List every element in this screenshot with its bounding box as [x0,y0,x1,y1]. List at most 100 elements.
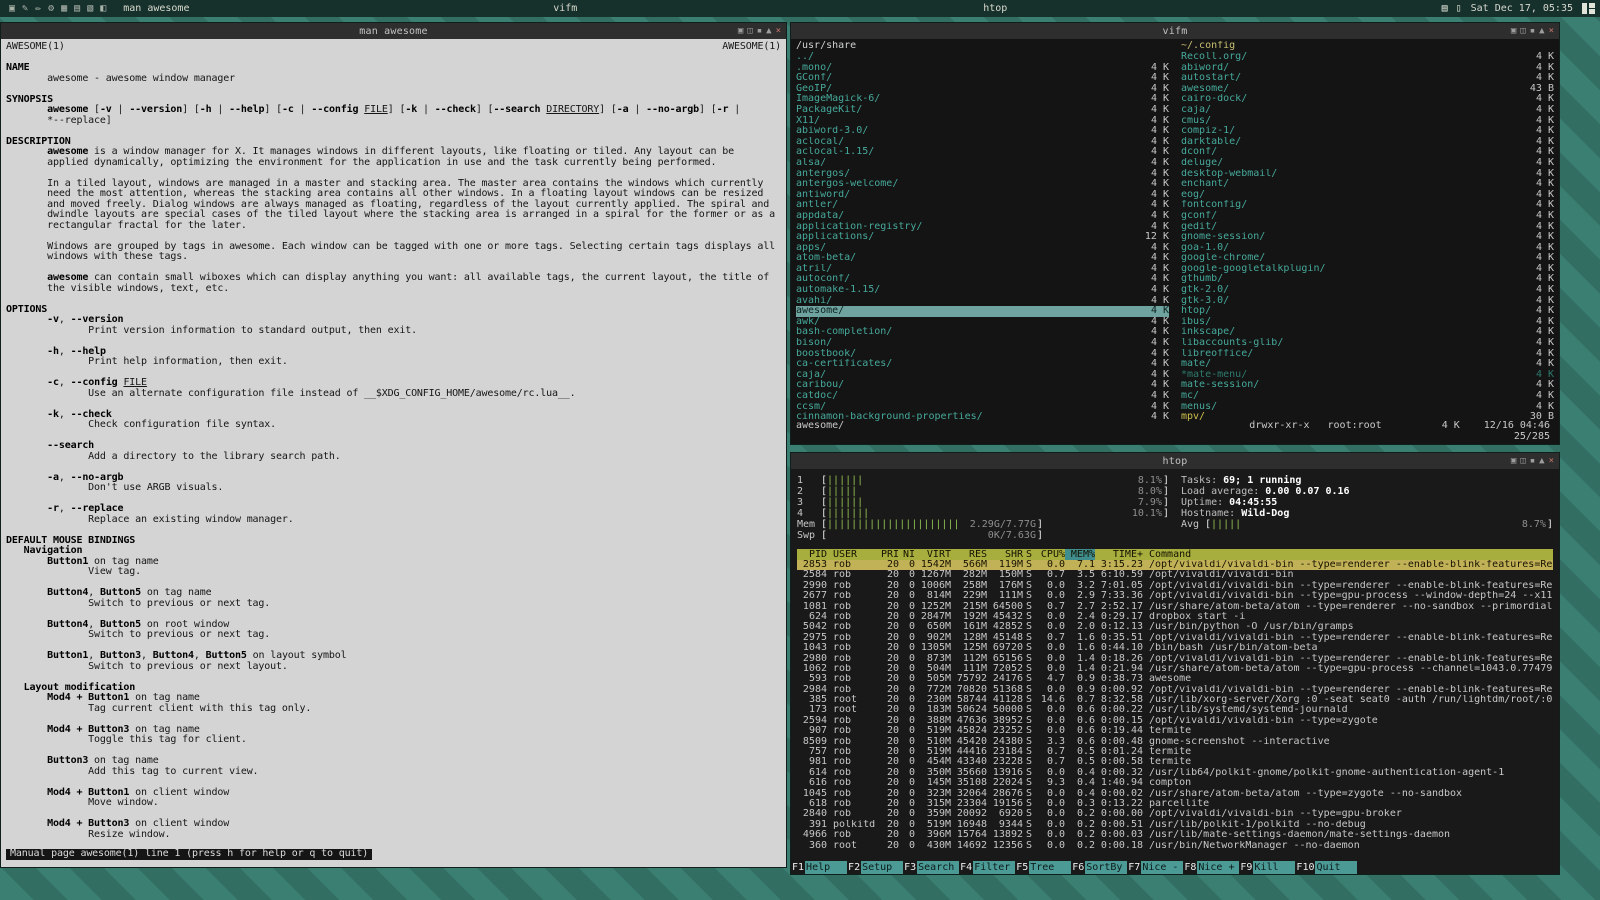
process-row[interactable]: 616 rob 20 0 145M 35108 22024 S 9.3 0.4 1:40.94 com… [797,778,1553,788]
process-row[interactable]: 8509 rob 20 0 510M 45420 24380 S 3.3 0.6 0:00.48 gn… [797,737,1553,747]
ontop-button[interactable]: ▲ [766,23,771,39]
process-row[interactable]: 2840 rob 20 0 359M 20092 6920 S 0.0 0.2 0:00.00/op… [797,809,1553,819]
floating-button[interactable]: ▣ [738,23,743,39]
file-row[interactable]: alsa/4 K [796,157,1169,169]
half-square-tag-icon[interactable]: ◧ [100,3,106,14]
fkey-f2-button[interactable]: F2 Setup [847,861,904,874]
file-row[interactable]: ImageMagick-6/4 K [796,94,1169,105]
file-row[interactable]: gtk-3.0/4 K [1181,295,1554,307]
process-row[interactable]: 2594 rob 20 0 388M 47636 38952 S 0.0 0.6 0:00.15/o… [797,716,1553,726]
file-row[interactable]: deluge/4 K [1181,157,1554,169]
file-row[interactable]: antergos-welcome/4 K [796,179,1169,190]
hatch-tag-icon[interactable]: ▧ [87,3,93,14]
file-row[interactable]: appdata/4 K [796,210,1169,222]
file-row[interactable]: darktable/4 K [1181,136,1554,148]
file-row[interactable]: dconf/4 K [1181,147,1554,158]
column-header-command[interactable]: Command [1143,549,1553,560]
maximize-button[interactable]: ◫ [1520,453,1525,469]
gear-tag-icon[interactable]: ⚙ [48,3,54,14]
fkey-f6-button[interactable]: F6 SortBy [1071,861,1128,874]
process-row[interactable]: 757 rob 20 0 519M 44416 23184 S 0.7 0.5 0:01.24 ter… [797,747,1553,757]
file-row[interactable]: ibus/4 K [1181,316,1554,328]
maximize-button[interactable]: ◫ [1520,23,1525,39]
file-row[interactable]: boostbook/4 K [796,348,1169,360]
process-row[interactable]: 5042 rob 20 0 650M 161M 42852 S 0.0 2.0 0:12.13/us… [797,622,1553,632]
file-row[interactable]: bash-completion/4 K [796,327,1169,338]
process-row[interactable]: 1043 rob 20 0 1305M 125M 69720 S 0.0 1.6 0:44.10/b… [797,643,1553,653]
file-row[interactable]: awesome/43 B [1181,83,1554,95]
process-row[interactable]: 4966 rob 20 0 396M 15764 13892 S 0.0 0.2 0:00.03/u… [797,830,1553,840]
file-row[interactable]: autostart/4 K [1181,73,1554,84]
file-row[interactable]: desktop-webmail/4 K [1181,168,1554,180]
file-row[interactable]: ca-certificates/4 K [796,359,1169,370]
file-row[interactable]: gtk-2.0/4 K [1181,284,1554,296]
fkey-f9-button[interactable]: F9 Kill [1239,861,1296,874]
file-row[interactable]: abiword-3.0/4 K [796,126,1169,137]
file-row[interactable]: menus/4 K [1181,401,1554,413]
file-row[interactable]: Recoll.org/4 K [1181,51,1554,63]
file-row[interactable]: cairo-dock/4 K [1181,94,1554,105]
file-row[interactable]: X11/4 K [796,115,1169,127]
file-row[interactable]: google-googletalkplugin/4 K [1181,263,1554,275]
column-header-pid[interactable]: PID [797,549,827,560]
process-row[interactable]: 593 rob 20 0 505M 75792 24176 S 4.7 0.9 0:38.73 awe… [797,674,1553,684]
column-header-mem[interactable]: MEM% [1065,549,1095,560]
maximize-button[interactable]: ◫ [747,23,752,39]
fkey-f10-button[interactable]: F10 Quit [1295,861,1358,874]
process-row[interactable]: 173 root 20 0 183M 50624 50000 S 0.0 0.6 0:00.22/u… [797,705,1553,715]
process-row[interactable]: 981 rob 20 0 454M 43340 23228 S 0.7 0.5 0:00.58 ter… [797,757,1553,767]
process-row[interactable]: 2984 rob 20 0 772M 70820 51368 S 0.0 0.9 0:00.92/o… [797,685,1553,695]
file-row[interactable]: libaccounts-glib/4 K [1181,337,1554,349]
close-button[interactable]: × [776,23,781,39]
sticky-button[interactable]: ▪ [1530,23,1535,39]
file-row[interactable]: aclocal/4 K [796,136,1169,148]
man-pager[interactable]: AWESOME(1) AWESOME(1) NAME awesome - awe… [1,39,786,867]
file-row[interactable]: avahi/4 K [796,295,1169,307]
vifm-titlebar[interactable]: vifm ▣ ◫ ▪ ▲ × [791,23,1559,39]
file-row[interactable]: ../ [796,52,1169,63]
floating-button[interactable]: ▣ [1511,23,1516,39]
file-row[interactable]: caja/4 K [1181,104,1554,116]
grid-tag-icon[interactable]: ▦ [61,3,67,14]
file-row[interactable]: antler/4 K [796,200,1169,211]
file-row[interactable]: gedit/4 K [1181,221,1554,233]
process-row[interactable]: 1062 rob 20 0 504M 111M 72052 S 0.0 1.4 0:21.94/us… [797,664,1553,674]
floating-button[interactable]: ▣ [1511,453,1516,469]
process-row[interactable]: 624 rob 20 0 2847M 192M 45432 S 0.0 2.4 0:29.17 dro… [797,612,1553,622]
file-row[interactable]: caribou/4 K [796,380,1169,391]
file-row[interactable]: cmus/4 K [1181,115,1554,127]
file-row[interactable]: awesome/4 K [796,306,1169,317]
file-row[interactable]: libreoffice/4 K [1181,348,1554,360]
column-header-res[interactable]: RES [951,549,987,560]
file-row[interactable]: GeoIP/4 K [796,83,1169,95]
ontop-button[interactable]: ▲ [1539,453,1544,469]
file-row[interactable]: aclocal-1.15/4 K [796,147,1169,158]
close-button[interactable]: × [1549,453,1554,469]
file-row[interactable]: abiword/4 K [1181,62,1554,74]
file-row[interactable]: mc/4 K [1181,390,1554,402]
fkey-f1-button[interactable]: F1 Help [791,861,848,874]
file-row[interactable]: *mate-menu/4 K [1181,369,1554,381]
file-row[interactable]: mate-session/4 K [1181,380,1554,391]
file-row[interactable]: atril/4 K [796,263,1169,275]
fkey-f4-button[interactable]: F4 Filter [959,861,1016,874]
file-row[interactable]: gconf/4 K [1181,210,1554,222]
fkey-f8-button[interactable]: F8 Nice + [1183,861,1240,874]
file-row[interactable]: .mono/4 K [796,62,1169,74]
file-row[interactable]: fontconfig/4 K [1181,200,1554,211]
file-row[interactable]: automake-1.15/4 K [796,284,1169,296]
file-row[interactable]: antiword/4 K [796,189,1169,201]
file-row[interactable]: apps/4 K [796,242,1169,254]
file-row[interactable]: ccsm/4 K [796,401,1169,413]
tasklist-item-man[interactable]: man awesome [115,3,545,14]
fkey-f5-button[interactable]: F5 Tree [1015,861,1072,874]
document-icon[interactable]: ▤ [1442,3,1448,14]
column-header-ni[interactable]: NI [899,549,915,560]
file-row[interactable]: applications/12 K [796,231,1169,243]
tasklist-item-htop[interactable]: htop [975,3,1405,14]
battery-icon[interactable]: ▯ [1456,3,1462,14]
file-row[interactable]: htop/4 K [1181,306,1554,317]
file-row[interactable]: bison/4 K [796,337,1169,349]
file-row[interactable]: awk/4 K [796,316,1169,328]
pencil-tag-icon[interactable]: ✎ [22,3,28,14]
